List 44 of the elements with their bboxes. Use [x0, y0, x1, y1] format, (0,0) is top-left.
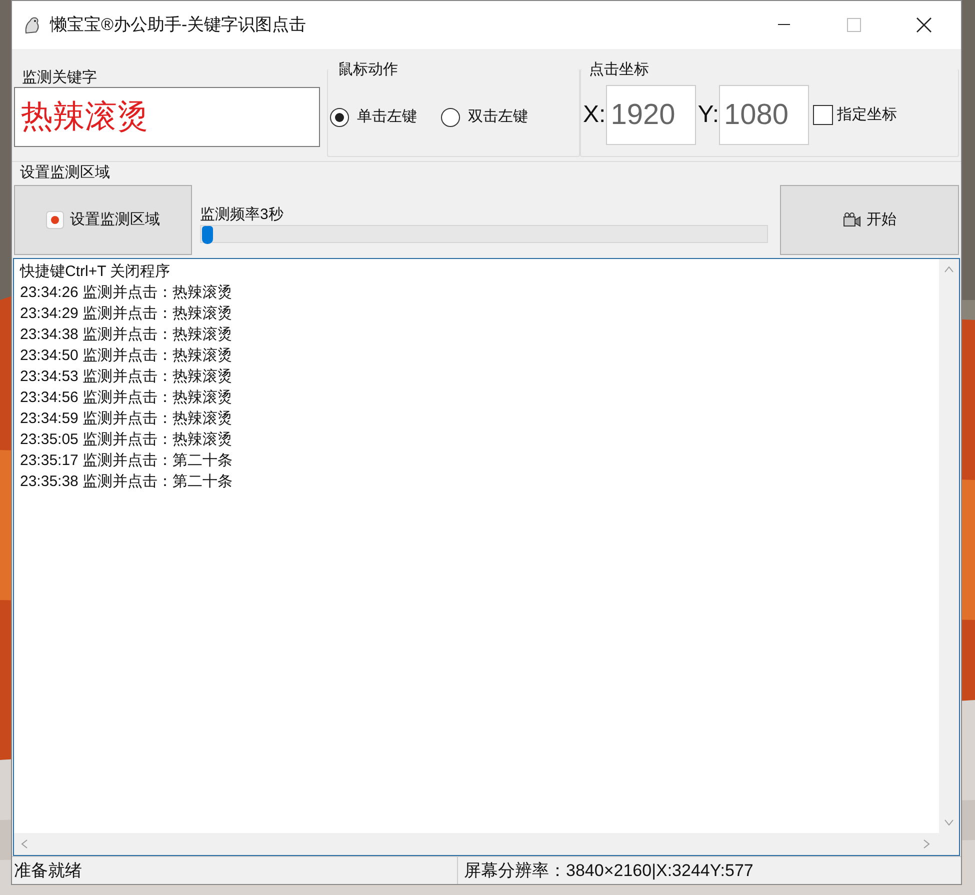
x-label: X:	[583, 100, 606, 130]
radio-button[interactable]	[441, 108, 460, 127]
log-line: 23:34:56 监测并点击：热辣滚烫	[20, 388, 234, 408]
log-line: 23:34:29 监测并点击：热辣滚烫	[20, 304, 234, 324]
checkbox[interactable]	[813, 105, 834, 125]
log-line: 23:34:53 监测并点击：热辣滚烫	[20, 367, 234, 387]
group-label: 设置监测区域	[12, 161, 961, 182]
maximize-icon[interactable]	[847, 18, 861, 32]
close-icon[interactable]	[916, 17, 932, 33]
minimize-icon[interactable]	[778, 24, 790, 26]
log-line: 23:35:05 监测并点击：热辣滚烫	[20, 430, 234, 450]
group-label: 监测关键字	[21, 69, 98, 87]
log-line: 23:34:50 监测并点击：热辣滚烫	[20, 346, 234, 366]
scroll-down-icon[interactable]	[944, 819, 954, 827]
radio-option[interactable]: 双击左键	[441, 106, 528, 128]
log-area[interactable]	[13, 258, 960, 856]
region-button[interactable]: 设置监测区域	[14, 185, 192, 255]
x-field[interactable]: 1920	[606, 85, 696, 145]
status-text: 准备就绪	[13, 860, 83, 882]
scroll-left-icon[interactable]	[20, 839, 28, 849]
record-icon	[46, 211, 64, 229]
window-title: 懒宝宝®办公助手-关键字识图点击	[50, 14, 306, 36]
radio-button[interactable]	[330, 108, 349, 127]
y-label: Y:	[698, 100, 720, 130]
slider-thumb[interactable]	[202, 226, 213, 244]
radio-option[interactable]: 单击左键	[330, 106, 417, 128]
frequency-slider[interactable]	[200, 225, 768, 243]
log-line: 23:34:26 监测并点击：热辣滚烫	[20, 283, 234, 303]
y-field[interactable]: 1080	[719, 85, 810, 145]
scroll-right-icon[interactable]	[923, 839, 931, 849]
log-line: 23:34:59 监测并点击：热辣滚烫	[20, 409, 234, 429]
start-button[interactable]: 开始	[780, 185, 959, 255]
log-line: 23:35:38 监测并点击：第二十条	[20, 472, 234, 492]
status-text: 屏幕分辨率：3840×2160|X:3244Y:577	[457, 857, 754, 884]
group-label: 鼠标动作	[337, 61, 399, 79]
log-line: 快捷键Ctrl+T 关闭程序	[20, 262, 172, 282]
scroll-up-icon[interactable]	[944, 265, 954, 273]
group-label: 点击坐标	[588, 61, 650, 79]
log-line: 23:35:17 监测并点击：第二十条	[20, 451, 234, 471]
log-line: 23:34:38 监测并点击：热辣滚烫	[20, 325, 234, 345]
checkbox-label: 指定坐标	[837, 104, 898, 125]
camera-icon	[842, 212, 860, 228]
keyword-field[interactable]: 热辣滚烫	[14, 87, 320, 147]
slider-label: 监测频率3秒	[200, 205, 284, 225]
